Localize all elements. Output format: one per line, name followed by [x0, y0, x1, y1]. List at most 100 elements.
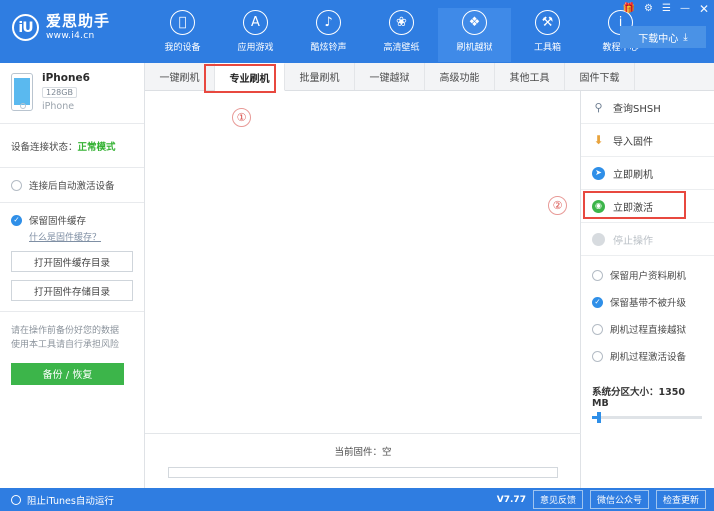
- partition-size-slider[interactable]: [592, 412, 702, 423]
- nav-label: 高清壁纸: [383, 43, 420, 53]
- nav-label: 应用游戏: [237, 43, 274, 53]
- query-shsh-label: 查询SHSH: [613, 103, 661, 115]
- firmware-cache-section: ✓ 保留固件缓存 什么是固件缓存？ 打开固件缓存目录 打开固件存储目录: [0, 203, 144, 312]
- tab-pro-flash[interactable]: 专业刷机: [215, 63, 285, 91]
- radio-unchecked-icon[interactable]: [11, 494, 21, 505]
- open-storage-dir-button[interactable]: 打开固件存储目录: [11, 280, 133, 301]
- connection-status-value: 正常模式: [77, 142, 116, 153]
- gear-icon[interactable]: ⚙: [644, 4, 653, 14]
- tab-advanced[interactable]: 高级功能: [425, 63, 495, 90]
- bottom-bar-actions: V7.77 意见反馈 微信公众号 检查更新: [497, 490, 714, 509]
- nav-item-my-device[interactable]:  我的设备: [146, 8, 219, 62]
- version-label: V7.77: [496, 494, 526, 505]
- nav-item-wallpapers[interactable]: ❀ 高清壁纸: [365, 8, 438, 62]
- what-is-cache-link[interactable]: 什么是固件缓存？: [29, 230, 133, 243]
- primary-nav:  我的设备 A 应用游戏 ♪ 酷炫铃声 ❀ 高清壁纸 ❖ 刷机越狱 ⚒ 工具箱: [146, 8, 657, 62]
- device-capacity: 128GB: [42, 87, 77, 98]
- bottom-status-bar: 阻止iTunes自动运行 V7.77 意见反馈 微信公众号 检查更新: [0, 488, 714, 511]
- bell-icon: ♪: [316, 10, 341, 35]
- radio-unchecked-icon[interactable]: [592, 323, 603, 335]
- nav-item-ringtones[interactable]: ♪ 酷炫铃声: [292, 8, 365, 62]
- app-website: www.i4.cn: [46, 31, 95, 41]
- search-shsh-icon: ⚲: [594, 100, 603, 114]
- download-icon: ⤓: [683, 31, 688, 43]
- tab-batch-flash[interactable]: 批量刷机: [285, 63, 355, 90]
- nav-item-apps-games[interactable]: A 应用游戏: [219, 8, 292, 62]
- flash-now-label: 立即刷机: [613, 169, 653, 181]
- slider-handle[interactable]: [597, 412, 601, 423]
- sub-tab-bar: 一键刷机 专业刷机 批量刷机 一键越狱 高级功能 其他工具 固件下载: [145, 63, 714, 91]
- option-label: 刷机过程激活设备: [610, 352, 687, 363]
- note-line-2: 使用本工具请自行承担风险: [11, 340, 120, 351]
- radio-unchecked-icon[interactable]: [592, 269, 603, 281]
- keep-cache-label: 保留固件缓存: [29, 216, 87, 227]
- device-card[interactable]: iPhone6 128GB iPhone: [0, 63, 144, 124]
- nav-label: 酷炫铃声: [310, 43, 347, 53]
- partition-size-section: 系统分区大小：1350 MB: [581, 376, 714, 423]
- keep-cache-option[interactable]: ✓ 保留固件缓存: [11, 213, 133, 227]
- device-name: iPhone6: [42, 72, 90, 84]
- radio-unchecked-icon[interactable]: [592, 350, 603, 362]
- block-itunes-option[interactable]: 阻止iTunes自动运行: [0, 493, 300, 507]
- app-logo: iU 爱思助手 www.i4.cn: [12, 14, 110, 41]
- tab-firmware-download[interactable]: 固件下载: [565, 63, 635, 90]
- gift-icon[interactable]: 🎁: [623, 4, 635, 14]
- partition-size-label: 系统分区大小：1350 MB: [592, 387, 685, 409]
- flash-now-action[interactable]: ➤ 立即刷机: [581, 157, 714, 190]
- block-itunes-label: 阻止iTunes自动运行: [27, 495, 114, 507]
- option-activate-during-flash[interactable]: 刷机过程激活设备: [592, 349, 714, 363]
- auto-activate-option[interactable]: 连接后自动激活设备: [11, 178, 133, 192]
- right-action-panel: ⚲ 查询SHSH ⬇ 导入固件 ➤ 立即刷机 ◉ 立即激活 停止操作 保留用户资…: [581, 91, 714, 488]
- note-line-1: 请在操作前备份好您的数据: [11, 326, 120, 336]
- tab-one-click-flash[interactable]: 一键刷机: [145, 63, 215, 90]
- wechat-button[interactable]: 微信公众号: [589, 490, 649, 509]
- check-icon[interactable]: ✓: [11, 214, 22, 226]
- appstore-icon: A: [243, 10, 268, 35]
- flash-icon: ❖: [462, 10, 487, 35]
- option-jailbreak-during-flash[interactable]: 刷机过程直接越狱: [592, 322, 714, 336]
- download-center-button[interactable]: 下载中心 ⤓: [620, 26, 706, 48]
- tab-one-click-jailbreak[interactable]: 一键越狱: [355, 63, 425, 90]
- stop-operation-label: 停止操作: [613, 235, 653, 247]
- main-content-area: 当前固件：空: [145, 91, 581, 488]
- open-cache-dir-button[interactable]: 打开固件缓存目录: [11, 251, 133, 272]
- stop-operation-action: 停止操作: [581, 223, 714, 256]
- activate-now-icon: ◉: [592, 199, 605, 213]
- tab-other-tools[interactable]: 其他工具: [495, 63, 565, 90]
- flash-options-group: 保留用户资料刷机 ✓ 保留基带不被升级 刷机过程直接越狱 刷机过程激活设备: [581, 256, 714, 363]
- option-keep-baseband[interactable]: ✓ 保留基带不被升级: [592, 295, 714, 309]
- backup-warning-note: 请在操作前备份好您的数据 使用本工具请自行承担风险: [0, 312, 144, 353]
- backup-restore-button[interactable]: 备份 / 恢复: [11, 362, 124, 385]
- connection-status-row: 设备连接状态：正常模式: [0, 124, 144, 168]
- feedback-button[interactable]: 意见反馈: [532, 490, 583, 509]
- window-controls: 🎁 ⚙ ☰ — ✕: [623, 3, 709, 15]
- collapse-icon[interactable]: ☰: [662, 4, 671, 14]
- left-sidebar: iPhone6 128GB iPhone 设备连接状态：正常模式 连接后自动激活…: [0, 63, 145, 488]
- firmware-status-area: 当前固件：空: [145, 433, 581, 488]
- i4-logo-icon: iU: [12, 14, 39, 41]
- auto-activate-section: 连接后自动激活设备: [0, 168, 144, 203]
- top-header-bar: iU 爱思助手 www.i4.cn  我的设备 A 应用游戏 ♪ 酷炫铃声 ❀…: [0, 0, 714, 63]
- close-icon[interactable]: ✕: [699, 3, 709, 15]
- check-update-button[interactable]: 检查更新: [655, 490, 706, 509]
- option-label: 刷机过程直接越狱: [610, 325, 687, 336]
- activate-now-action[interactable]: ◉ 立即激活: [581, 190, 714, 223]
- import-firmware-label: 导入固件: [613, 136, 653, 148]
- nav-label: 我的设备: [164, 43, 201, 53]
- nav-item-flash-jailbreak[interactable]: ❖ 刷机越狱: [438, 8, 511, 62]
- radio-unchecked-icon[interactable]: [11, 179, 22, 191]
- flash-progress-bar: [168, 467, 558, 478]
- nav-label: 工具箱: [533, 43, 561, 53]
- current-firmware-label: 当前固件：空: [334, 447, 392, 458]
- nav-item-toolbox[interactable]: ⚒ 工具箱: [511, 8, 584, 62]
- check-icon[interactable]: ✓: [592, 296, 603, 308]
- minimize-icon[interactable]: —: [680, 4, 690, 14]
- option-label: 保留基带不被升级: [610, 298, 687, 309]
- download-center-label: 下载中心: [638, 33, 679, 45]
- query-shsh-action[interactable]: ⚲ 查询SHSH: [581, 91, 714, 124]
- tools-icon: ⚒: [535, 10, 560, 35]
- iphone-icon: [11, 73, 33, 111]
- activate-now-label: 立即激活: [613, 202, 653, 214]
- option-keep-user-data[interactable]: 保留用户资料刷机: [592, 268, 714, 282]
- import-firmware-action[interactable]: ⬇ 导入固件: [581, 124, 714, 157]
